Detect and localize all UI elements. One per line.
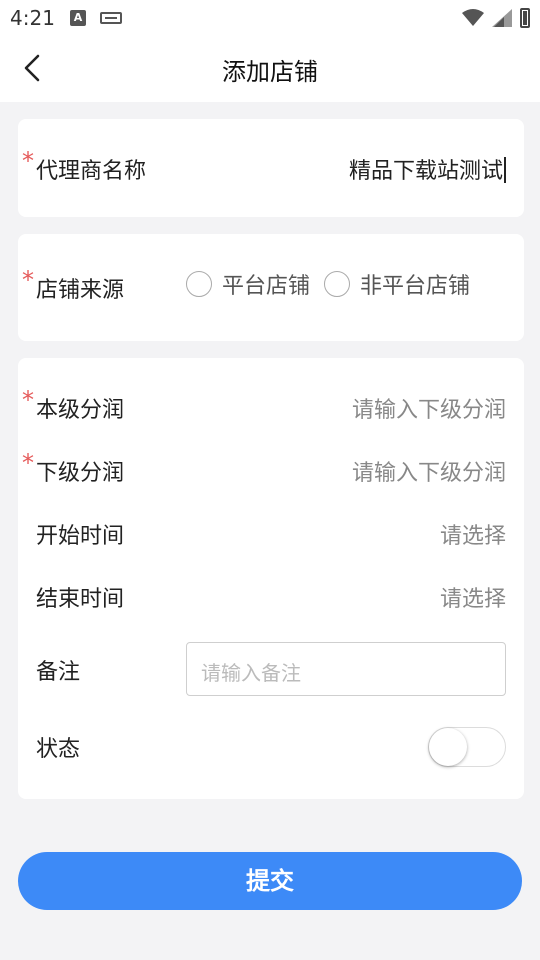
agent-name-card: * 代理商名称 精品下载站测试 <box>18 119 524 217</box>
own-share-input[interactable]: 请输入下级分润 <box>352 392 506 424</box>
shop-source-card: * 店铺来源 平台店铺 非平台店铺 <box>18 234 524 341</box>
sub-share-label: 下级分润 <box>36 461 125 486</box>
end-time-row: 结束时间 请选择 <box>18 577 524 617</box>
required-mark: * <box>22 266 34 294</box>
required-mark: * <box>22 386 34 414</box>
battery-icon <box>520 8 530 28</box>
shop-source-row: * 店铺来源 平台店铺 非平台店铺 <box>18 266 524 308</box>
sub-share-row: * 下级分润 请输入下级分润 <box>18 449 524 491</box>
radio-circle-icon <box>186 271 212 297</box>
status-time: 4:21 <box>10 6 55 30</box>
required-mark: * <box>22 147 34 175</box>
remark-input[interactable]: 请输入备注 <box>186 642 506 696</box>
status-row: 状态 <box>18 727 524 767</box>
agent-name-value: 精品下载站测试 <box>348 159 503 184</box>
shop-source-label: 店铺来源 <box>36 278 125 303</box>
sub-share-input[interactable]: 请输入下级分润 <box>352 455 506 487</box>
status-toggle[interactable] <box>428 727 506 767</box>
wifi-icon <box>462 9 484 26</box>
end-time-picker[interactable]: 请选择 <box>440 581 506 613</box>
signal-icon <box>492 9 512 27</box>
agent-name-row: * 代理商名称 精品下载站测试 <box>18 147 524 189</box>
details-card: * 本级分润 请输入下级分润 * 下级分润 请输入下级分润 开始时间 请选择 结… <box>18 358 524 799</box>
radio-circle-icon <box>324 271 351 297</box>
start-time-picker[interactable]: 请选择 <box>440 518 506 550</box>
agent-name-label: 代理商名称 <box>36 159 147 184</box>
submit-button[interactable]: 提交 <box>18 852 522 910</box>
end-time-label: 结束时间 <box>36 587 125 612</box>
shop-source-radio-group: 平台店铺 非平台店铺 <box>186 268 470 300</box>
toggle-knob <box>429 728 467 766</box>
a-notification-icon: A <box>70 10 86 26</box>
remark-label: 备注 <box>36 660 81 685</box>
start-time-row: 开始时间 请选择 <box>18 514 524 554</box>
own-share-label: 本级分润 <box>36 398 125 423</box>
radio-non-platform-shop[interactable]: 非平台店铺 <box>324 268 470 300</box>
radio-label: 平台店铺 <box>222 274 311 299</box>
status-bar: 4:21 A <box>0 0 540 36</box>
agent-name-input[interactable]: 精品下载站测试 <box>349 153 506 185</box>
remark-row: 备注 请输入备注 <box>18 642 524 696</box>
required-mark: * <box>22 449 34 477</box>
radio-platform-shop[interactable]: 平台店铺 <box>186 268 310 300</box>
start-time-label: 开始时间 <box>36 524 125 549</box>
own-share-row: * 本级分润 请输入下级分润 <box>18 386 524 428</box>
radio-label: 非平台店铺 <box>360 274 471 299</box>
status-icons <box>462 8 530 28</box>
nav-bar: 添加店铺 <box>0 36 540 102</box>
page-title: 添加店铺 <box>222 58 318 86</box>
status-label: 状态 <box>36 737 81 762</box>
text-cursor <box>504 157 506 183</box>
keyboard-icon <box>100 12 122 24</box>
